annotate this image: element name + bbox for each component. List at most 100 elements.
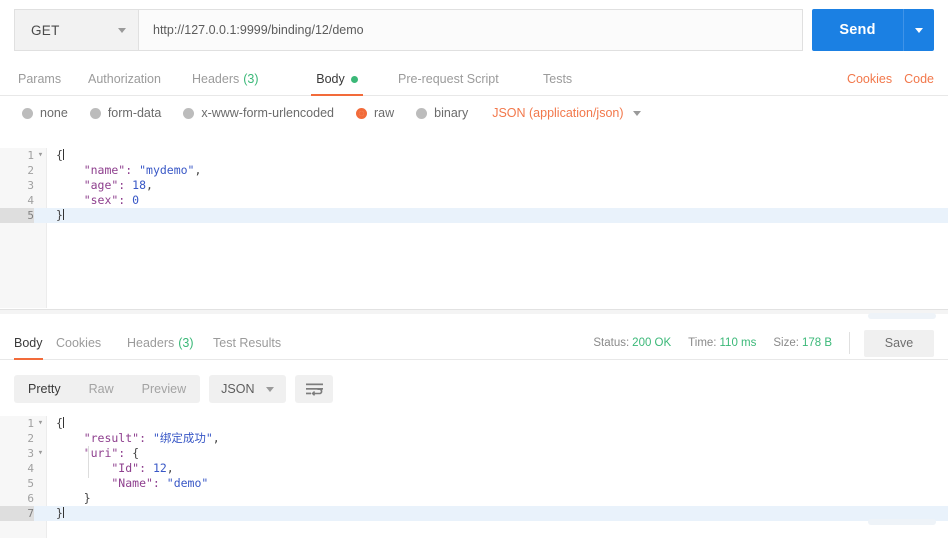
- code-text: "age": 18,: [56, 178, 153, 192]
- time-meta: Time: 110 ms: [688, 337, 756, 349]
- response-tab-test-results[interactable]: Test Results: [213, 326, 281, 360]
- word-wrap-button[interactable]: [295, 375, 334, 403]
- text-cursor: [62, 209, 64, 220]
- url-bar: GET http://127.0.0.1:9999/binding/12/dem…: [14, 9, 934, 51]
- request-body-lines: 1 ▾{2 "name": "mydemo", 3 "age": 18, 4 "sex…: [0, 148, 948, 223]
- tab-tests[interactable]: Tests: [543, 62, 572, 96]
- line-number: 2: [27, 164, 34, 177]
- status-label: Status:: [593, 337, 630, 349]
- time-label: Time:: [688, 337, 717, 349]
- radio-selected-icon: [356, 107, 367, 119]
- fold-toggle-icon[interactable]: ▾: [36, 148, 45, 163]
- send-options-button[interactable]: [903, 9, 934, 51]
- code-line: 5}: [0, 208, 948, 223]
- body-type-form-data[interactable]: form-data: [89, 106, 161, 120]
- body-type-x-www-form-urlencoded[interactable]: x-www-form-urlencoded: [183, 106, 334, 120]
- code-text: {: [56, 416, 64, 430]
- text-cursor: [62, 507, 64, 518]
- radio-label: raw: [374, 106, 395, 120]
- response-editor-hscrollbar[interactable]: [868, 519, 936, 525]
- status-value: 200 OK: [632, 337, 672, 349]
- code-text: }: [56, 491, 91, 505]
- response-view-mode-group: Pretty Raw Preview: [14, 375, 201, 403]
- tab-label: Authorization: [88, 72, 161, 86]
- code-text: "uri": {: [56, 446, 140, 460]
- pane-splitter[interactable]: [0, 310, 948, 314]
- code-text: }: [56, 506, 64, 520]
- tab-label: Headers: [127, 336, 175, 350]
- send-button[interactable]: Send: [812, 9, 903, 51]
- size-value: 178 B: [801, 337, 832, 349]
- view-mode-raw[interactable]: Raw: [75, 375, 128, 403]
- line-number: 4: [27, 194, 34, 207]
- code-text: }: [56, 208, 64, 222]
- view-mode-preview[interactable]: Preview: [128, 375, 200, 403]
- response-tab-headers[interactable]: Headers (3): [127, 326, 194, 360]
- tab-label: Body: [14, 336, 43, 350]
- response-body-editor[interactable]: 1 ▾{2 "result": "绑定成功", 3 ▾ "uri": {4 "Id":…: [0, 416, 948, 538]
- fold-toggle-icon[interactable]: ▾: [36, 446, 45, 461]
- line-number: 6: [27, 492, 34, 505]
- tab-params[interactable]: Params: [18, 62, 61, 96]
- line-number: 4: [27, 462, 34, 475]
- request-body-editor[interactable]: 1 ▾{2 "name": "mydemo", 3 "age": 18, 4 "sex…: [0, 148, 948, 308]
- headers-count: (3): [178, 336, 194, 350]
- radio-label: binary: [434, 106, 469, 120]
- line-number: 7: [0, 506, 34, 521]
- chevron-down-icon: [915, 27, 923, 33]
- request-url-input[interactable]: http://127.0.0.1:9999/binding/12/demo: [138, 9, 803, 51]
- body-type-none[interactable]: none: [22, 106, 68, 120]
- tab-headers[interactable]: Headers (3): [192, 62, 259, 96]
- request-tabs: Params Authorization Headers (3) Body Pr…: [0, 62, 948, 96]
- code-text: {: [56, 148, 64, 162]
- tab-label: Tests: [543, 72, 573, 86]
- tab-authorization[interactable]: Authorization: [88, 62, 161, 96]
- line-number: 5: [27, 477, 34, 490]
- body-type-raw[interactable]: raw: [356, 106, 394, 120]
- tab-label: Headers: [192, 72, 240, 86]
- body-type-binary[interactable]: binary: [416, 106, 468, 120]
- chevron-down-icon: [632, 110, 641, 116]
- status-meta: Status: 200 OK: [593, 337, 671, 349]
- code-text: "name": "mydemo",: [56, 163, 202, 177]
- line-number: 2: [27, 432, 34, 445]
- request-url-value: http://127.0.0.1:9999/binding/12/demo: [153, 23, 364, 37]
- content-type-label: JSON (application/json): [492, 106, 624, 120]
- code-line: 1 ▾ {: [0, 148, 948, 163]
- line-number: 1: [27, 417, 34, 430]
- response-view-controls: Pretty Raw Preview JSON: [14, 374, 334, 404]
- tab-pre-request-script[interactable]: Pre-request Script: [398, 62, 499, 96]
- code-line: 4 "Id": 12,: [0, 461, 948, 476]
- code-line: 1 ▾ {: [0, 416, 948, 431]
- view-mode-pretty[interactable]: Pretty: [14, 375, 75, 403]
- response-format-dropdown[interactable]: JSON: [209, 375, 287, 403]
- code-line: 7}: [0, 506, 948, 521]
- response-tabs: Body Cookies Headers (3) Test Results St…: [0, 326, 948, 360]
- line-number: 3: [27, 447, 34, 460]
- save-response-button[interactable]: Save: [864, 329, 934, 357]
- text-cursor: [62, 417, 64, 428]
- fold-toggle-icon[interactable]: ▾: [36, 416, 45, 431]
- response-tab-body[interactable]: Body: [14, 326, 43, 360]
- code-link[interactable]: Code: [904, 72, 934, 86]
- http-method-label: GET: [31, 22, 60, 38]
- response-tab-cookies[interactable]: Cookies: [56, 326, 101, 360]
- radio-icon: [416, 107, 428, 119]
- content-type-dropdown[interactable]: JSON (application/json): [492, 106, 641, 120]
- code-line: 3 "age": 18,: [0, 178, 948, 193]
- http-method-dropdown[interactable]: GET: [14, 9, 138, 51]
- code-line: 4 "sex": 0: [0, 193, 948, 208]
- request-tab-links: Cookies Code: [847, 62, 934, 96]
- text-cursor: [62, 149, 64, 160]
- cookies-link[interactable]: Cookies: [847, 72, 892, 86]
- response-meta: Status: 200 OK Time: 110 ms Size: 178 B Sav…: [593, 326, 934, 360]
- size-label: Size:: [773, 337, 799, 349]
- radio-icon: [183, 107, 195, 119]
- tab-label: Test Results: [213, 336, 282, 350]
- radio-label: none: [40, 106, 68, 120]
- code-line: 2 "name": "mydemo",: [0, 163, 948, 178]
- time-value: 110 ms: [719, 337, 757, 349]
- code-text: "Name": "demo": [56, 476, 209, 490]
- request-editor-hscrollbar[interactable]: [868, 313, 936, 319]
- tab-body[interactable]: Body: [311, 62, 363, 96]
